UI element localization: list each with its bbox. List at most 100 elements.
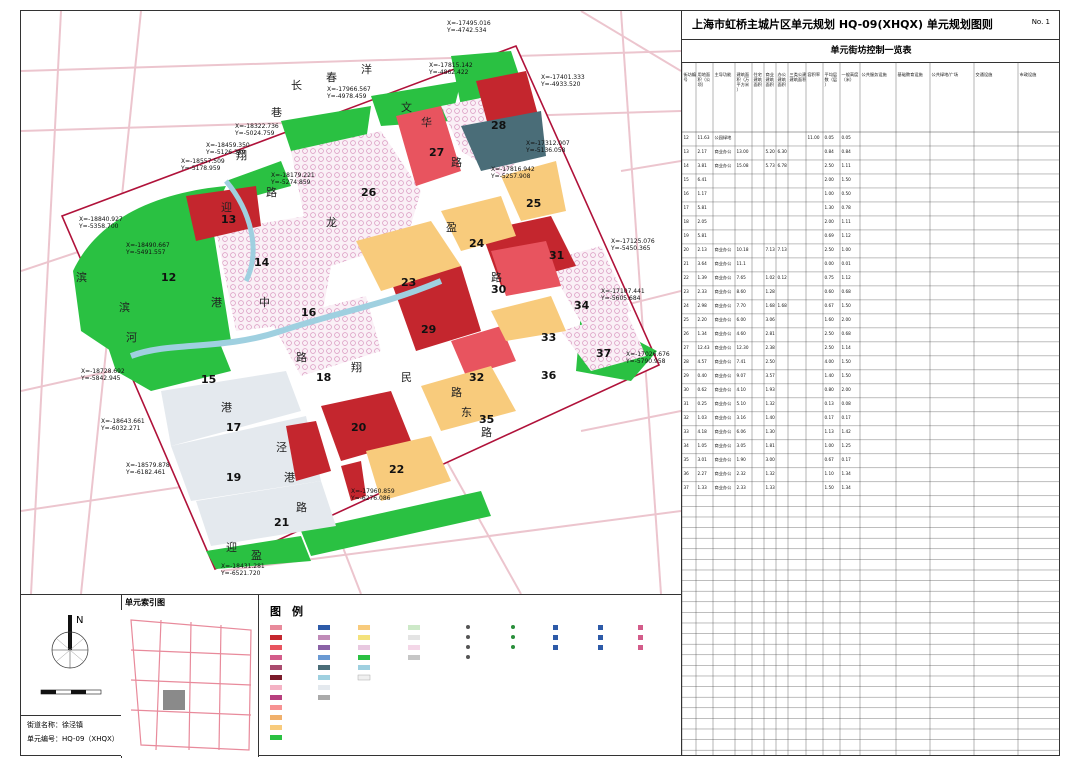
table-cell: 1.00 xyxy=(825,443,835,448)
table-cell: 1.40 xyxy=(766,415,776,420)
svg-text:巷: 巷 xyxy=(271,106,282,119)
table-cell: 1.68 xyxy=(778,303,788,308)
table-cell: 1.39 xyxy=(698,275,708,280)
svg-text:Y=-5136.058: Y=-5136.058 xyxy=(525,147,566,154)
table-cell: 11.63 xyxy=(698,135,710,140)
table-cell: 0.17 xyxy=(842,415,852,420)
bottom-panel: N 街道名称：徐泾镇 单元编号：HQ-09（XHQX） 单元索引图 图 例 xyxy=(21,594,681,758)
svg-text:34: 34 xyxy=(574,299,590,312)
table-cell: 0.60 xyxy=(825,289,835,294)
svg-text:15: 15 xyxy=(201,373,216,386)
plan-title: 上海市虹桥主城片区单元规划 HQ-09(XHQX) 单元规划图则 xyxy=(692,18,993,31)
compass-rose-icon: N xyxy=(51,615,89,669)
table-cell: 7.70 xyxy=(737,303,747,308)
svg-text:18: 18 xyxy=(316,371,331,384)
table-cell: 商业办公 xyxy=(715,148,733,155)
svg-text:X=-17816.942: X=-17816.942 xyxy=(491,166,535,173)
table-cell: 5.73 xyxy=(766,163,776,168)
table-header-cell: 容积率 xyxy=(808,71,821,78)
table-header-cell: 号 xyxy=(684,77,688,83)
svg-text:路: 路 xyxy=(451,156,462,169)
table-cell: 12.43 xyxy=(698,345,710,350)
table-cell: 3.00 xyxy=(766,457,776,462)
svg-text:25: 25 xyxy=(526,197,541,210)
table-cell: 1.50 xyxy=(842,373,852,378)
legend-title: 图 例 xyxy=(270,605,303,618)
table-cell: 1.02 xyxy=(766,275,776,280)
svg-text:洋: 洋 xyxy=(361,62,372,76)
table-cell: 3.57 xyxy=(766,373,776,378)
svg-text:36: 36 xyxy=(541,369,557,382)
svg-text:Y=-5358.700: Y=-5358.700 xyxy=(78,223,119,230)
svg-text:X=-17815.142: X=-17815.142 xyxy=(429,62,473,69)
table-cell: 0.84 xyxy=(842,149,852,154)
table-header-cell: 顷） xyxy=(698,81,706,88)
table-cell: 29 xyxy=(684,373,690,378)
svg-text:12: 12 xyxy=(161,271,176,284)
svg-text:X=-18179.221: X=-18179.221 xyxy=(271,172,315,179)
table-cell: 11.00 xyxy=(808,135,820,140)
table-cell: 3.05 xyxy=(737,443,747,448)
svg-text:26: 26 xyxy=(361,186,377,199)
svg-text:Y=-6182.461: Y=-6182.461 xyxy=(125,469,166,476)
table-cell: 0.40 xyxy=(698,373,708,378)
svg-text:X=-18728.692: X=-18728.692 xyxy=(81,368,125,375)
svg-text:Y=-5450.365: Y=-5450.365 xyxy=(610,245,651,252)
table-cell: 0.25 xyxy=(698,401,708,406)
table-cell: 1.10 xyxy=(825,471,835,476)
table-cell: 商业办公 xyxy=(715,484,733,491)
svg-text:Y=-6276.086: Y=-6276.086 xyxy=(350,495,391,502)
table-cell: 2.27 xyxy=(698,471,708,476)
svg-text:民: 民 xyxy=(401,371,412,384)
svg-text:X=-17026.676: X=-17026.676 xyxy=(626,351,670,358)
table-cell: 1.50 xyxy=(842,359,852,364)
svg-text:Y=-4978.459: Y=-4978.459 xyxy=(326,93,367,100)
table-cell: 0.12 xyxy=(778,275,788,280)
table-cell: 4.57 xyxy=(698,359,708,364)
svg-text:21: 21 xyxy=(274,516,289,529)
table-header-cell: ） xyxy=(737,87,741,92)
table-cell: 6.41 xyxy=(698,177,708,182)
table-cell: 32 xyxy=(684,415,690,420)
table-cell: 0.84 xyxy=(825,149,835,154)
table-cell: 2.00 xyxy=(825,177,835,182)
table-cell: 19 xyxy=(684,233,690,238)
svg-text:河: 河 xyxy=(126,331,137,344)
table-cell: 33 xyxy=(684,429,690,434)
table-cell: 25 xyxy=(684,317,690,322)
table-cell: 1.34 xyxy=(698,331,708,336)
table-cell: 1.34 xyxy=(842,485,852,490)
table-cell: 13.00 xyxy=(737,149,749,154)
street-name: 街道名称：徐泾镇 xyxy=(27,721,83,729)
table-cell: 13 xyxy=(684,149,690,154)
table-cell: 商业办公 xyxy=(715,414,733,421)
table-cell: 1.03 xyxy=(698,415,708,420)
table-header-cell: 主导功能 xyxy=(715,71,733,78)
table-cell: 2.17 xyxy=(698,149,708,154)
table-cell: 16 xyxy=(684,191,690,196)
table-cell: 4.00 xyxy=(825,359,835,364)
svg-text:春: 春 xyxy=(326,71,337,84)
table-cell: 1.34 xyxy=(842,471,852,476)
table-cell: 0.13 xyxy=(825,401,835,406)
svg-text:29: 29 xyxy=(421,323,436,336)
svg-text:22: 22 xyxy=(389,463,404,476)
svg-text:X=-18459.350: X=-18459.350 xyxy=(206,142,250,149)
table-cell: 2.50 xyxy=(825,331,835,336)
table-cell: 公园绿地 xyxy=(715,134,733,141)
unit-code: 单元编号：HQ-09（XHQX） xyxy=(27,735,119,743)
svg-text:20: 20 xyxy=(351,421,367,434)
svg-text:Y=-4862.422: Y=-4862.422 xyxy=(428,69,469,76)
table-cell: 12.30 xyxy=(737,345,749,350)
index-title: 单元索引图 xyxy=(125,598,165,607)
table-cell: 商业办公 xyxy=(715,316,733,323)
svg-text:Y=-5126.389: Y=-5126.389 xyxy=(205,149,246,156)
svg-text:19: 19 xyxy=(226,471,241,484)
table-cell: 商业办公 xyxy=(715,162,733,169)
svg-text:X=-17966.567: X=-17966.567 xyxy=(327,86,371,93)
table-cell: 商业办公 xyxy=(715,358,733,365)
svg-text:Y=-6032.271: Y=-6032.271 xyxy=(100,425,141,432)
table-cell: 0.17 xyxy=(825,415,835,420)
table-cell: 2.13 xyxy=(698,247,708,252)
table-cell: 4.10 xyxy=(737,387,747,392)
